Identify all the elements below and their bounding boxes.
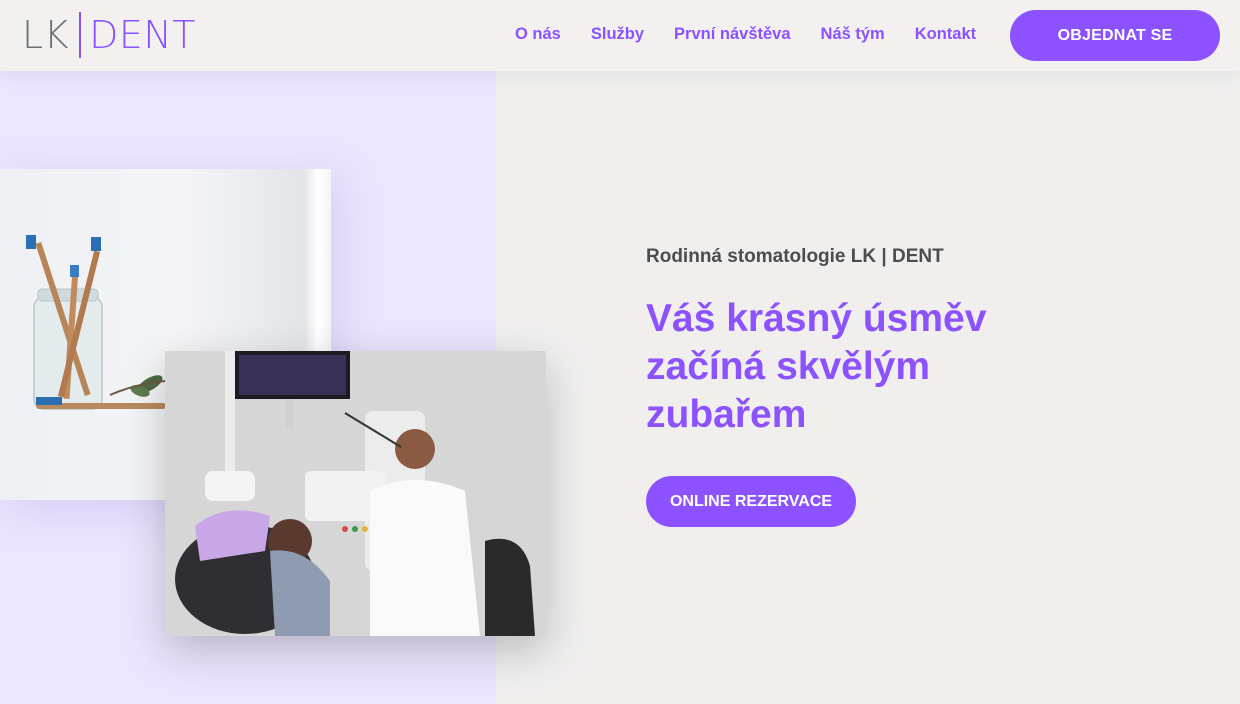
site-header: LK DENT O nás Služby První návštěva Náš … bbox=[0, 0, 1240, 71]
logo-text-lk: LK bbox=[22, 13, 70, 57]
logo[interactable]: LK DENT bbox=[22, 11, 196, 59]
objednat-se-button[interactable]: OBJEDNAT SE bbox=[1010, 10, 1220, 61]
hero-headline-line-1: Váš krásný úsměv bbox=[646, 297, 987, 340]
nav-link-o-nas[interactable]: O nás bbox=[515, 25, 561, 44]
online-rezervace-button[interactable]: ONLINE REZERVACE bbox=[646, 476, 856, 527]
hero-headline-line-3: zubařem bbox=[646, 393, 807, 436]
nav-link-prvni-navsteva[interactable]: První návštěva bbox=[674, 25, 790, 44]
hero-headline-line-2: začíná skvělým bbox=[646, 345, 931, 388]
nav-link-sluzby[interactable]: Služby bbox=[591, 25, 644, 44]
logo-text-dent: DENT bbox=[89, 13, 197, 57]
nav-link-nas-tym[interactable]: Náš tým bbox=[821, 25, 885, 44]
hero-eyebrow: Rodinná stomatologie LK | DENT bbox=[646, 246, 944, 267]
hero-headline: Váš krásný úsměv začíná skvělým zubařem bbox=[646, 295, 1026, 439]
dentist-with-patient-photo bbox=[165, 351, 546, 636]
main-nav: O nás Služby První návštěva Náš tým Kont… bbox=[515, 25, 1006, 44]
logo-divider bbox=[79, 12, 82, 58]
hero-content: Rodinná stomatologie LK | DENT Váš krásn… bbox=[646, 246, 1026, 439]
nav-link-kontakt[interactable]: Kontakt bbox=[915, 25, 976, 44]
